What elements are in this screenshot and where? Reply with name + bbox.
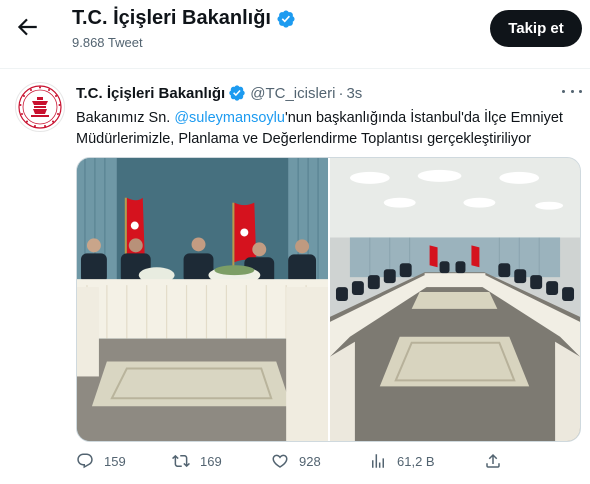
more-horizontal-icon (579, 89, 582, 93)
tweet-header: T.C. İçişleri Bakanlığı @TC_icisleri · 3… (76, 84, 362, 102)
more-horizontal-icon (570, 89, 574, 93)
avatar[interactable] (15, 82, 65, 132)
bar-chart-icon (372, 454, 384, 468)
retweet-icon (172, 454, 190, 468)
ministry-emblem-icon (18, 85, 62, 129)
like-count: 928 (299, 453, 321, 469)
heart-icon (272, 454, 288, 468)
tweet-text-start: Bakanımız Sn. (76, 110, 175, 126)
tweet-media (76, 157, 581, 442)
profile-name: T.C. İçişleri Bakanlığı (72, 7, 271, 29)
tweet-actions: 159 169 928 61,2 B (76, 452, 506, 474)
reply-count: 159 (104, 453, 126, 469)
views-button[interactable]: 61,2 B (369, 452, 435, 470)
arrow-left-icon (17, 18, 37, 36)
meeting-photo-image (329, 158, 580, 441)
separator-dot: · (338, 84, 344, 102)
tweet-author-name[interactable]: T.C. İçişleri Bakanlığı (76, 85, 225, 102)
comment-icon (77, 453, 93, 469)
reply-button[interactable]: 159 (76, 452, 126, 470)
profile-header: T.C. İçişleri Bakanlığı 9.868 Tweet Taki… (0, 0, 590, 68)
verified-badge-icon (277, 9, 295, 28)
tweet-count: 9.868 Tweet (72, 35, 143, 50)
tweet-author-handle[interactable]: @TC_icisleri (250, 85, 335, 102)
retweet-count: 169 (200, 453, 222, 469)
header-divider (0, 68, 590, 69)
follow-button[interactable]: Takip et (490, 10, 582, 47)
tweet-timestamp[interactable]: 3s (346, 85, 362, 102)
more-horizontal-icon (562, 89, 565, 93)
mention-link[interactable]: @suleymansoylu (174, 110, 285, 126)
like-button[interactable]: 928 (271, 452, 321, 470)
profile-title: T.C. İçişleri Bakanlığı (72, 7, 296, 30)
meeting-photo-image (77, 158, 328, 441)
share-button[interactable] (484, 452, 512, 470)
back-button[interactable] (14, 14, 40, 40)
share-icon (486, 453, 500, 468)
retweet-button[interactable]: 169 (172, 452, 222, 470)
tweet-text: Bakanımız Sn. @suleymansoylu'nun başkanl… (76, 108, 576, 150)
meeting-photo-2[interactable] (329, 158, 580, 441)
meeting-photo-1[interactable] (77, 158, 328, 441)
more-options-button[interactable] (562, 84, 582, 98)
verified-badge-icon (229, 85, 245, 101)
view-count: 61,2 B (397, 453, 435, 469)
